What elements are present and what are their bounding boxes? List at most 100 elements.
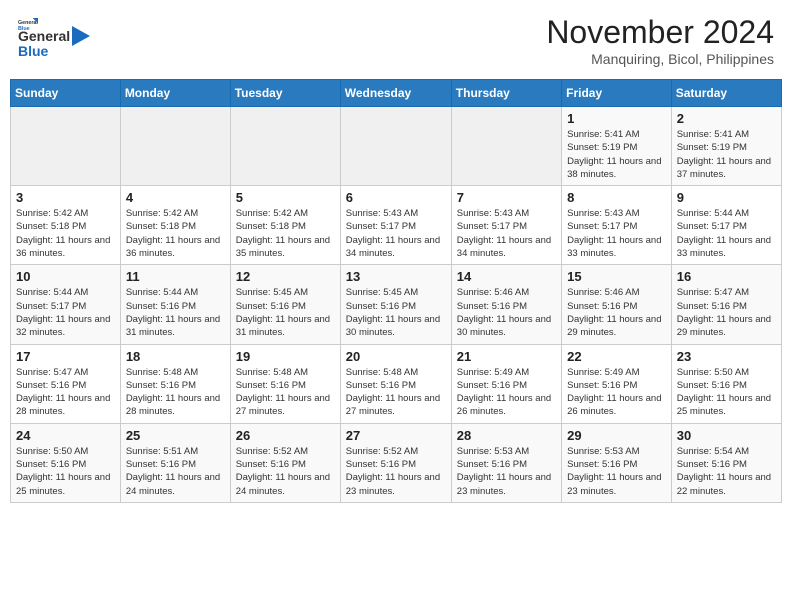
day-number: 29 [567, 428, 666, 443]
day-info: Sunrise: 5:42 AMSunset: 5:18 PMDaylight:… [126, 207, 225, 260]
weekday-header: Saturday [671, 80, 781, 107]
calendar-cell: 16 Sunrise: 5:47 AMSunset: 5:16 PMDayligh… [671, 265, 781, 344]
day-number: 5 [236, 190, 335, 205]
calendar-cell: 28 Sunrise: 5:53 AMSunset: 5:16 PMDayligh… [451, 423, 561, 502]
day-info: Sunrise: 5:50 AMSunset: 5:16 PMDaylight:… [677, 366, 776, 419]
calendar-cell: 3 Sunrise: 5:42 AMSunset: 5:18 PMDaylight… [11, 186, 121, 265]
logo-general: General [18, 29, 70, 44]
calendar-cell: 26 Sunrise: 5:52 AMSunset: 5:16 PMDayligh… [230, 423, 340, 502]
day-number: 10 [16, 269, 115, 284]
calendar-week-row: 3 Sunrise: 5:42 AMSunset: 5:18 PMDaylight… [11, 186, 782, 265]
day-number: 12 [236, 269, 335, 284]
day-number: 22 [567, 349, 666, 364]
day-number: 3 [16, 190, 115, 205]
day-info: Sunrise: 5:49 AMSunset: 5:16 PMDaylight:… [567, 366, 666, 419]
calendar-week-row: 1 Sunrise: 5:41 AMSunset: 5:19 PMDaylight… [11, 107, 782, 186]
calendar-week-row: 10 Sunrise: 5:44 AMSunset: 5:17 PMDayligh… [11, 265, 782, 344]
day-number: 14 [457, 269, 556, 284]
calendar-cell: 13 Sunrise: 5:45 AMSunset: 5:16 PMDayligh… [340, 265, 451, 344]
day-number: 24 [16, 428, 115, 443]
calendar-cell: 15 Sunrise: 5:46 AMSunset: 5:16 PMDayligh… [562, 265, 672, 344]
calendar-cell: 10 Sunrise: 5:44 AMSunset: 5:17 PMDayligh… [11, 265, 121, 344]
day-info: Sunrise: 5:54 AMSunset: 5:16 PMDaylight:… [677, 445, 776, 498]
calendar-cell: 24 Sunrise: 5:50 AMSunset: 5:16 PMDayligh… [11, 423, 121, 502]
day-number: 27 [346, 428, 446, 443]
calendar-cell: 14 Sunrise: 5:46 AMSunset: 5:16 PMDayligh… [451, 265, 561, 344]
location-title: Manquiring, Bicol, Philippines [546, 51, 774, 67]
calendar-header: SundayMondayTuesdayWednesdayThursdayFrid… [11, 80, 782, 107]
day-info: Sunrise: 5:48 AMSunset: 5:16 PMDaylight:… [126, 366, 225, 419]
calendar-table: SundayMondayTuesdayWednesdayThursdayFrid… [10, 79, 782, 503]
day-info: Sunrise: 5:42 AMSunset: 5:18 PMDaylight:… [236, 207, 335, 260]
day-info: Sunrise: 5:45 AMSunset: 5:16 PMDaylight:… [346, 286, 446, 339]
day-info: Sunrise: 5:43 AMSunset: 5:17 PMDaylight:… [346, 207, 446, 260]
weekday-header: Thursday [451, 80, 561, 107]
day-info: Sunrise: 5:47 AMSunset: 5:16 PMDaylight:… [16, 366, 115, 419]
page-header: General Blue General Blue November 2024 … [10, 10, 782, 71]
calendar-cell: 17 Sunrise: 5:47 AMSunset: 5:16 PMDayligh… [11, 344, 121, 423]
calendar-week-row: 17 Sunrise: 5:47 AMSunset: 5:16 PMDayligh… [11, 344, 782, 423]
day-number: 28 [457, 428, 556, 443]
day-number: 13 [346, 269, 446, 284]
day-info: Sunrise: 5:51 AMSunset: 5:16 PMDaylight:… [126, 445, 225, 498]
weekday-header: Wednesday [340, 80, 451, 107]
day-info: Sunrise: 5:46 AMSunset: 5:16 PMDaylight:… [457, 286, 556, 339]
calendar-cell: 1 Sunrise: 5:41 AMSunset: 5:19 PMDaylight… [562, 107, 672, 186]
calendar-cell: 23 Sunrise: 5:50 AMSunset: 5:16 PMDayligh… [671, 344, 781, 423]
day-info: Sunrise: 5:48 AMSunset: 5:16 PMDaylight:… [236, 366, 335, 419]
calendar-cell: 29 Sunrise: 5:53 AMSunset: 5:16 PMDayligh… [562, 423, 672, 502]
day-number: 16 [677, 269, 776, 284]
calendar-cell [120, 107, 230, 186]
day-info: Sunrise: 5:44 AMSunset: 5:17 PMDaylight:… [16, 286, 115, 339]
calendar-cell: 25Sunrise: 5:51 AMSunset: 5:16 PMDayligh… [120, 423, 230, 502]
day-info: Sunrise: 5:41 AMSunset: 5:19 PMDaylight:… [677, 128, 776, 181]
calendar-cell: 9Sunrise: 5:44 AMSunset: 5:17 PMDaylight… [671, 186, 781, 265]
day-info: Sunrise: 5:43 AMSunset: 5:17 PMDaylight:… [457, 207, 556, 260]
weekday-header: Monday [120, 80, 230, 107]
day-number: 23 [677, 349, 776, 364]
calendar-cell: 30 Sunrise: 5:54 AMSunset: 5:16 PMDayligh… [671, 423, 781, 502]
calendar-week-row: 24 Sunrise: 5:50 AMSunset: 5:16 PMDayligh… [11, 423, 782, 502]
calendar-cell: 27 Sunrise: 5:52 AMSunset: 5:16 PMDayligh… [340, 423, 451, 502]
logo: General Blue General Blue [18, 14, 90, 60]
day-number: 19 [236, 349, 335, 364]
day-info: Sunrise: 5:52 AMSunset: 5:16 PMDaylight:… [236, 445, 335, 498]
calendar-cell: 22 Sunrise: 5:49 AMSunset: 5:16 PMDayligh… [562, 344, 672, 423]
month-title: November 2024 [546, 14, 774, 51]
calendar-cell [11, 107, 121, 186]
calendar-cell [451, 107, 561, 186]
day-number: 21 [457, 349, 556, 364]
day-number: 17 [16, 349, 115, 364]
weekday-header: Sunday [11, 80, 121, 107]
calendar-cell: 4Sunrise: 5:42 AMSunset: 5:18 PMDaylight… [120, 186, 230, 265]
calendar-cell: 11Sunrise: 5:44 AMSunset: 5:16 PMDayligh… [120, 265, 230, 344]
day-info: Sunrise: 5:50 AMSunset: 5:16 PMDaylight:… [16, 445, 115, 498]
day-info: Sunrise: 5:47 AMSunset: 5:16 PMDaylight:… [677, 286, 776, 339]
calendar-cell: 18 Sunrise: 5:48 AMSunset: 5:16 PMDayligh… [120, 344, 230, 423]
day-number: 7 [457, 190, 556, 205]
day-number: 26 [236, 428, 335, 443]
calendar-cell: 8Sunrise: 5:43 AMSunset: 5:17 PMDaylight… [562, 186, 672, 265]
calendar-cell: 6 Sunrise: 5:43 AMSunset: 5:17 PMDaylight… [340, 186, 451, 265]
day-number: 1 [567, 111, 666, 126]
day-info: Sunrise: 5:46 AMSunset: 5:16 PMDaylight:… [567, 286, 666, 339]
day-number: 15 [567, 269, 666, 284]
day-info: Sunrise: 5:41 AMSunset: 5:19 PMDaylight:… [567, 128, 666, 181]
day-number: 9 [677, 190, 776, 205]
calendar-cell: 20 Sunrise: 5:48 AMSunset: 5:16 PMDayligh… [340, 344, 451, 423]
day-number: 30 [677, 428, 776, 443]
calendar-cell: 19 Sunrise: 5:48 AMSunset: 5:16 PMDayligh… [230, 344, 340, 423]
day-info: Sunrise: 5:48 AMSunset: 5:16 PMDaylight:… [346, 366, 446, 419]
day-info: Sunrise: 5:42 AMSunset: 5:18 PMDaylight:… [16, 207, 115, 260]
day-number: 6 [346, 190, 446, 205]
day-number: 11 [126, 269, 225, 284]
svg-text:General: General [18, 20, 38, 26]
day-info: Sunrise: 5:53 AMSunset: 5:16 PMDaylight:… [457, 445, 556, 498]
day-info: Sunrise: 5:53 AMSunset: 5:16 PMDaylight:… [567, 445, 666, 498]
calendar-cell: 5 Sunrise: 5:42 AMSunset: 5:18 PMDaylight… [230, 186, 340, 265]
logo-blue: Blue [18, 44, 70, 59]
calendar-cell: 12Sunrise: 5:45 AMSunset: 5:16 PMDayligh… [230, 265, 340, 344]
day-number: 18 [126, 349, 225, 364]
day-number: 20 [346, 349, 446, 364]
day-info: Sunrise: 5:52 AMSunset: 5:16 PMDaylight:… [346, 445, 446, 498]
